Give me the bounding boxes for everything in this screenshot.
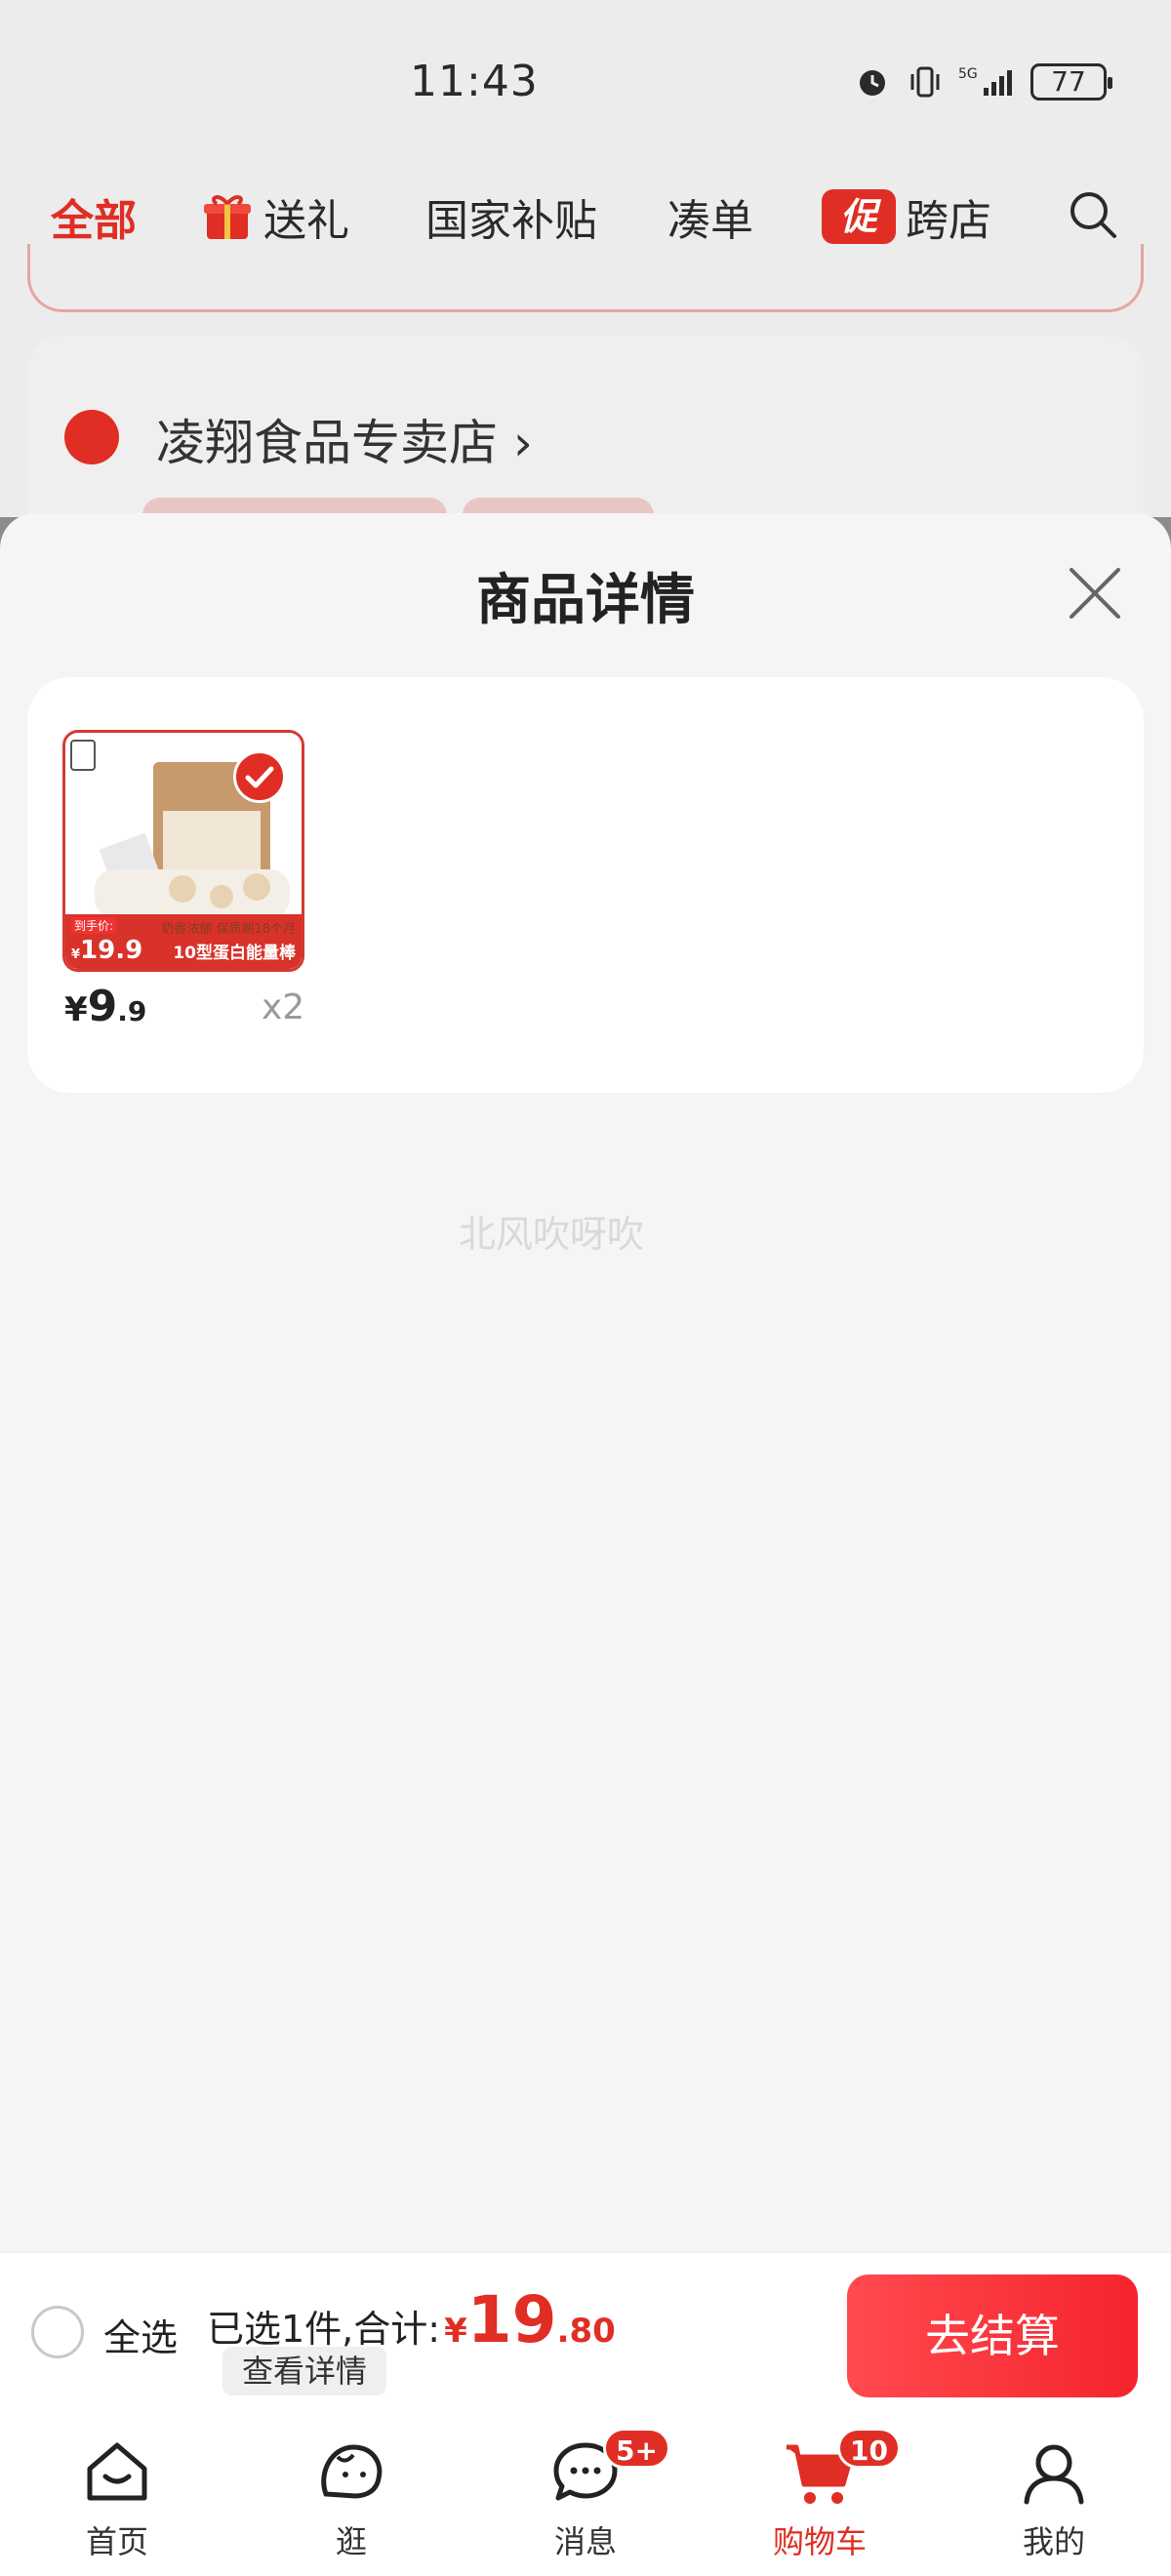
signal-5g-icon: 5G: [958, 66, 1012, 96]
nav-home-label: 首页: [85, 2523, 148, 2560]
tab-all-label: 全部: [51, 196, 137, 246]
status-bar: 11:43 5G 77: [0, 0, 1171, 166]
order-summary: 已选1件,合计: ¥ 19 .80: [207, 2282, 616, 2357]
category-tabs: 全部 送礼 国家补贴 凑单 促 跨店: [0, 176, 1171, 254]
nav-browse-label: 逛: [335, 2523, 367, 2560]
total-integer: 19: [466, 2282, 557, 2357]
tab-all[interactable]: 全部: [51, 185, 137, 248]
home-icon: [87, 2442, 147, 2501]
nav-messages[interactable]: 5+ 消息: [507, 2428, 670, 2562]
watermark: 北风吹呀吹: [458, 1213, 644, 1256]
store-check-icon: [64, 410, 119, 464]
message-badge: 5+: [603, 2428, 670, 2469]
tab-cross-store-label: 跨店: [906, 196, 991, 246]
total-decimal: .80: [556, 2312, 616, 2351]
product-price: ¥9.9: [64, 982, 147, 1031]
nav-cart-label: 购物车: [772, 2523, 867, 2560]
cart-badge: 10: [837, 2428, 901, 2469]
nav-messages-label: 消息: [553, 2523, 617, 2560]
nav-browse[interactable]: 逛: [273, 2434, 429, 2562]
profile-icon: [1024, 2444, 1084, 2505]
tab-bundle-label: 凑单: [667, 196, 753, 246]
sheet-title: 商品详情: [476, 569, 695, 632]
nav-profile[interactable]: 我的: [976, 2434, 1132, 2562]
tab-cross-store[interactable]: 促 跨店: [822, 185, 991, 248]
gift-icon: [204, 195, 251, 239]
background-page: 11:43 5G 77 全部 送礼 国家补贴 凑单 促 跨店 凌翔食品专卖店 ›: [0, 0, 1171, 550]
svg-text:5G: 5G: [958, 66, 978, 82]
vibrate-icon: [910, 66, 940, 98]
view-details-button[interactable]: 查看详情: [222, 2347, 387, 2395]
checkout-button[interactable]: 去结算: [847, 2274, 1138, 2397]
product-quantity: x2: [262, 987, 305, 1027]
select-all-label[interactable]: 全选: [103, 2308, 178, 2361]
status-time: 11:43: [410, 57, 539, 106]
total-currency: ¥: [444, 2312, 467, 2351]
tab-national-subsidy-label: 国家补贴: [425, 196, 597, 246]
image-tag-price: ¥19.9: [71, 936, 143, 965]
tab-gift[interactable]: 送礼: [201, 185, 349, 248]
status-icons: 5G 77: [853, 62, 1112, 101]
alarm-icon: [860, 70, 885, 96]
nav-home[interactable]: 首页: [39, 2434, 195, 2562]
selected-check-icon[interactable]: [233, 750, 286, 803]
background-card-edge: [27, 244, 1144, 312]
nav-profile-label: 我的: [1022, 2523, 1085, 2560]
image-desc: 奶香浓郁 保质期18个月: [161, 922, 296, 937]
product-image[interactable]: 到手价: ¥19.9 奶香浓郁 保质期18个月 10型蛋白能量棒: [62, 730, 304, 972]
battery-indicator: 77: [1030, 63, 1112, 101]
product-card: 到手价: ¥19.9 奶香浓郁 保质期18个月 10型蛋白能量棒 ¥9.9 x2: [27, 677, 1144, 1093]
promo-badge: 促: [822, 189, 896, 244]
store-name: 凌翔食品专卖店 ›: [156, 415, 533, 471]
tab-gift-label: 送礼: [263, 196, 349, 246]
nav-cart[interactable]: 10 购物车: [742, 2428, 901, 2562]
bottom-nav: 首页 逛 5+ 消息 10 购物车 我的: [0, 2414, 1171, 2576]
checkout-bar: 全选 已选1件,合计: ¥ 19 .80 查看详情 去结算: [0, 2252, 1171, 2414]
close-icon[interactable]: [1068, 566, 1122, 621]
browse-icon: [321, 2444, 383, 2499]
summary-text: 已选1件,合计:: [207, 2308, 441, 2351]
tab-national-subsidy[interactable]: 国家补贴: [425, 185, 597, 248]
image-tag-label: 到手价:: [71, 917, 117, 934]
image-product-name: 10型蛋白能量棒: [173, 944, 296, 963]
search-icon[interactable]: [1066, 187, 1120, 242]
tab-bundle[interactable]: 凑单: [667, 185, 753, 248]
select-all-radio[interactable]: [31, 2306, 84, 2358]
